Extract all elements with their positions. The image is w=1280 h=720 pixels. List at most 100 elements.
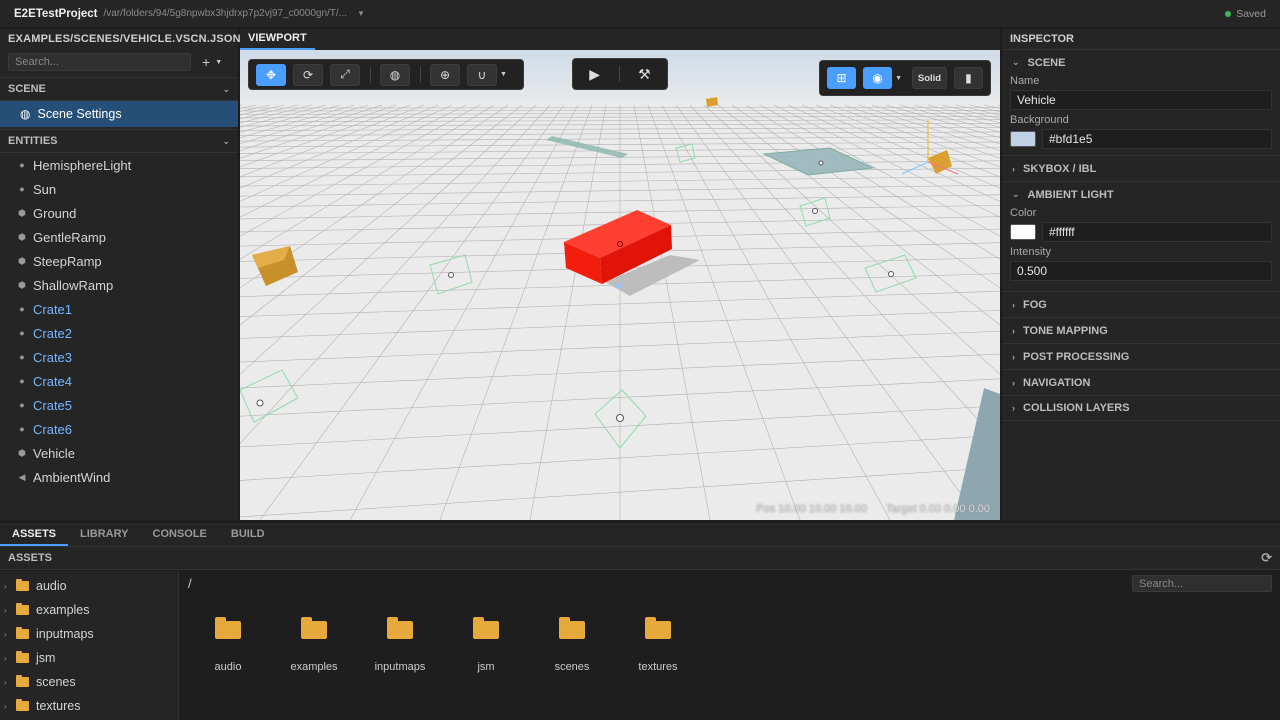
- entities-section-header[interactable]: ENTITIES ⌄: [0, 129, 238, 153]
- visibility-button[interactable]: ◉: [863, 67, 893, 89]
- post-processing-section-header[interactable]: › POST PROCESSING: [1002, 343, 1280, 369]
- project-path[interactable]: /var/folders/94/5g8npwbx3hjdrxp7p2vj97_c…: [104, 8, 348, 19]
- entity-item-shallowramp[interactable]: ⬢ ShallowRamp: [0, 273, 238, 297]
- fog-section-header[interactable]: › FOG: [1002, 291, 1280, 317]
- tree-item-textures[interactable]: › textures: [0, 694, 178, 718]
- folder-tile-jsm[interactable]: jsm: [446, 617, 526, 673]
- chevron-right-icon: ›: [1012, 403, 1015, 413]
- pivot-button[interactable]: ⊕: [430, 63, 460, 86]
- chevron-right-icon[interactable]: ›: [4, 630, 16, 639]
- ambient-color-swatch[interactable]: [1010, 224, 1036, 240]
- tone-mapping-section-header[interactable]: › TONE MAPPING: [1002, 317, 1280, 343]
- camera-status: Pos 10.00 10.00 10.00 Target 0.00 0.00 0…: [740, 503, 990, 515]
- folder-icon: [16, 675, 29, 687]
- background-color-swatch[interactable]: [1010, 131, 1036, 147]
- asset-search-input[interactable]: [1132, 575, 1272, 592]
- add-entity-button[interactable]: +: [202, 54, 210, 70]
- grid-toggle-button[interactable]: ⊞: [827, 67, 857, 89]
- play-toolbar: ▶ ⚒: [572, 58, 668, 90]
- move-tool-button[interactable]: ✥: [256, 63, 286, 86]
- hierarchy-search-row: + ▼: [0, 49, 238, 75]
- asset-breadcrumb[interactable]: /: [188, 576, 192, 591]
- asset-folder-tree: › audio › examples › inputmaps › jsm › scenes…: [0, 571, 179, 720]
- navigation-section-header[interactable]: › NAVIGATION: [1002, 369, 1280, 395]
- color-label: Color: [1010, 207, 1037, 219]
- tab-build[interactable]: BUILD: [219, 523, 277, 546]
- intensity-field[interactable]: 0.500: [1010, 261, 1272, 281]
- folder-tile-inputmaps[interactable]: inputmaps: [360, 617, 440, 673]
- tree-item-scenes[interactable]: › scenes: [0, 670, 178, 694]
- entity-item-crate5[interactable]: ● Crate5: [0, 393, 238, 417]
- scene-properties-header[interactable]: ⌄ SCENE: [1002, 49, 1280, 75]
- tab-console[interactable]: CONSOLE: [141, 523, 219, 546]
- entity-item-sun[interactable]: ● Sun: [0, 177, 238, 201]
- world-space-button[interactable]: ◍: [380, 63, 410, 86]
- entity-item-ambientwind[interactable]: ◀ AmbientWind: [0, 465, 238, 489]
- shading-mode-button[interactable]: Solid: [912, 67, 947, 89]
- folder-tile-label: examples: [290, 661, 338, 673]
- entity-item-gentleramp[interactable]: ⬢ GentleRamp: [0, 225, 238, 249]
- play-button[interactable]: ▶: [589, 66, 600, 83]
- chevron-right-icon[interactable]: ›: [4, 582, 16, 591]
- toolbar-divider: [370, 66, 371, 83]
- rotate-tool-button[interactable]: ⟳: [293, 63, 323, 86]
- scale-tool-button[interactable]: ⤢: [330, 63, 360, 86]
- entity-item-crate4[interactable]: ● Crate4: [0, 369, 238, 393]
- stats-button[interactable]: ▮: [953, 67, 983, 89]
- entity-label: Vehicle: [33, 445, 75, 461]
- tab-library[interactable]: LIBRARY: [68, 523, 140, 546]
- tree-item-inputmaps[interactable]: › inputmaps: [0, 622, 178, 646]
- chevron-down-icon[interactable]: ▼: [357, 9, 365, 18]
- chevron-right-icon[interactable]: ›: [4, 654, 16, 663]
- scene-settings-item[interactable]: ◍ Scene Settings: [0, 101, 238, 127]
- ambient-light-section-header[interactable]: ⌄ AMBIENT LIGHT: [1002, 181, 1280, 207]
- entity-label: Sun: [33, 181, 57, 197]
- entity-item-crate6[interactable]: ● Crate6: [0, 417, 238, 441]
- folder-tile-scenes[interactable]: scenes: [532, 617, 612, 673]
- background-color-field[interactable]: #bfd1e5: [1042, 129, 1272, 149]
- folder-tile-textures[interactable]: textures: [618, 617, 698, 673]
- tab-viewport[interactable]: VIEWPORT: [240, 29, 315, 50]
- chevron-right-icon[interactable]: ›: [4, 606, 16, 615]
- collision-layers-section-header[interactable]: › COLLISION LAYERS: [1002, 395, 1280, 421]
- entity-item-crate2[interactable]: ● Crate2: [0, 321, 238, 345]
- snap-button[interactable]: ∪: [467, 63, 497, 86]
- entity-item-hemispherelight[interactable]: ● HemisphereLight: [0, 153, 238, 177]
- chevron-right-icon[interactable]: ›: [4, 678, 16, 687]
- chevron-down-icon[interactable]: ⌄: [222, 136, 230, 147]
- folder-tile-audio[interactable]: audio: [188, 617, 268, 673]
- build-button[interactable]: ⚒: [638, 66, 651, 83]
- entity-item-ground[interactable]: ⬢ Ground: [0, 201, 238, 225]
- chevron-down-icon[interactable]: ▼: [500, 71, 507, 78]
- entity-label: ShallowRamp: [33, 277, 114, 293]
- refresh-icon[interactable]: ⟳: [1261, 550, 1272, 566]
- tree-item-audio[interactable]: › audio: [0, 574, 178, 598]
- scene-render[interactable]: [240, 50, 1000, 520]
- transform-toolbar: ✥ ⟳ ⤢ ◍ ⊕ ∪ ▼: [248, 59, 524, 90]
- section-label: SKYBOX / IBL: [1023, 162, 1097, 175]
- ambient-color-field[interactable]: #ffffff: [1042, 222, 1272, 242]
- entity-item-steepramp[interactable]: ⬢ SteepRamp: [0, 249, 238, 273]
- tab-assets[interactable]: ASSETS: [0, 523, 69, 546]
- tree-item-label: scenes: [36, 675, 76, 689]
- tree-item-examples[interactable]: › examples: [0, 598, 178, 622]
- chevron-down-icon[interactable]: ▼: [215, 59, 222, 66]
- chevron-right-icon[interactable]: ›: [4, 702, 16, 711]
- cube-icon: ⬢: [18, 255, 26, 266]
- hierarchy-search-input[interactable]: [8, 53, 191, 71]
- entity-item-crate3[interactable]: ● Crate3: [0, 345, 238, 369]
- entity-item-vehicle[interactable]: ⬢ Vehicle: [0, 441, 238, 465]
- scene-section-header[interactable]: SCENE ⌄: [0, 77, 238, 101]
- folder-icon: [645, 617, 671, 639]
- chevron-down-icon[interactable]: ▼: [895, 75, 902, 82]
- name-field[interactable]: Vehicle: [1010, 90, 1272, 110]
- light-bulb-icon: ●: [19, 184, 25, 194]
- viewport-canvas[interactable]: ✥ ⟳ ⤢ ◍ ⊕ ∪ ▼ ▶ ⚒ ⊞ ◉ ▼ Solid ▮ Pos 10.0…: [240, 50, 1000, 520]
- folder-icon: [16, 603, 29, 615]
- tree-item-jsm[interactable]: › jsm: [0, 646, 178, 670]
- entity-item-crate1[interactable]: ● Crate1: [0, 297, 238, 321]
- section-label: TONE MAPPING: [1023, 324, 1108, 337]
- folder-tile-examples[interactable]: examples: [274, 617, 354, 673]
- chevron-down-icon[interactable]: ⌄: [222, 84, 230, 95]
- skybox-section-header[interactable]: › SKYBOX / IBL: [1002, 155, 1280, 181]
